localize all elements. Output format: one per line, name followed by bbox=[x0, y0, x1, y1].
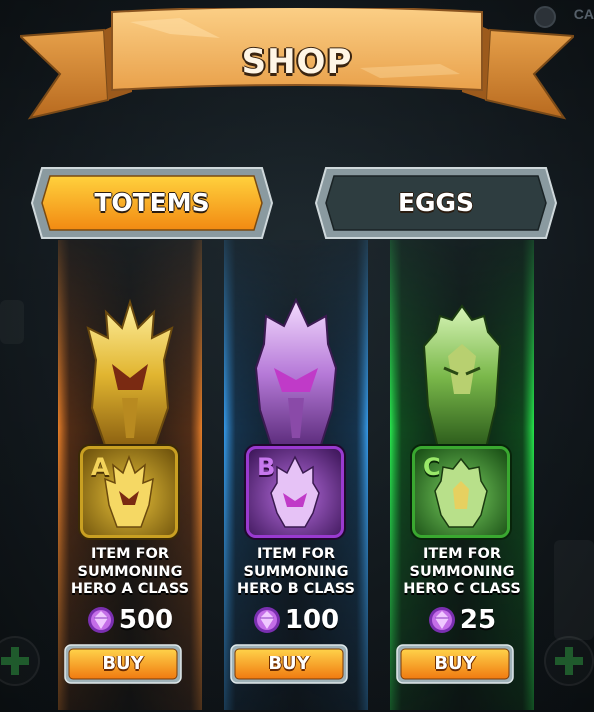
buy-button[interactable]: BUY bbox=[230, 644, 348, 684]
price-value: 25 bbox=[459, 605, 497, 635]
price-value: 500 bbox=[118, 605, 174, 635]
gem-icon bbox=[428, 607, 455, 633]
desc-line: ITEM FOR bbox=[90, 546, 170, 562]
buy-label: BUY bbox=[434, 653, 476, 674]
price-value: 100 bbox=[284, 605, 340, 635]
buy-button[interactable]: BUY bbox=[64, 644, 182, 684]
desc-line: SUMMONING bbox=[77, 563, 183, 580]
totem-icon bbox=[86, 298, 174, 449]
totem-icon bbox=[270, 455, 320, 528]
price: 100 bbox=[224, 605, 368, 635]
shop-banner: SHOP bbox=[20, 8, 574, 126]
shop-item-b: B ITEM FOR SUMMONING HERO B CLASS 100 BU… bbox=[224, 240, 368, 712]
left-side-panel bbox=[0, 300, 24, 344]
item-description: ITEM FOR SUMMONING HERO A CLASS bbox=[50, 546, 210, 599]
desc-line: SUMMONING bbox=[409, 563, 515, 580]
gem-icon bbox=[253, 607, 280, 633]
totem-icon bbox=[422, 304, 502, 449]
item-description: ITEM FOR SUMMONING HERO B CLASS bbox=[216, 546, 376, 599]
desc-line: HERO C CLASS bbox=[403, 581, 521, 597]
page-title: SHOP bbox=[241, 42, 353, 82]
buy-label: BUY bbox=[102, 653, 144, 674]
right-side-panel bbox=[554, 540, 594, 640]
gem-icon bbox=[87, 607, 114, 633]
shop-item-a: A ITEM FOR SUMMONING HERO A CLASS 500 BU… bbox=[58, 240, 202, 712]
buy-button[interactable]: BUY bbox=[396, 644, 514, 684]
tab-totems-label: TOTEMS bbox=[94, 188, 210, 217]
plus-icon[interactable] bbox=[544, 636, 594, 686]
desc-line: ITEM FOR bbox=[256, 546, 336, 562]
totem-icon bbox=[254, 298, 338, 449]
tab-eggs-label: EGGS bbox=[397, 188, 475, 217]
item-description: ITEM FOR SUMMONING HERO C CLASS bbox=[382, 546, 542, 599]
price: 25 bbox=[390, 605, 534, 635]
corner-label: CA bbox=[573, 6, 594, 22]
shop-item-c: C ITEM FOR SUMMONING HERO C CLASS 25 BUY bbox=[390, 240, 534, 712]
tab-eggs[interactable]: EGGS bbox=[314, 166, 558, 240]
buy-label: BUY bbox=[268, 653, 310, 674]
tab-totems[interactable]: TOTEMS bbox=[30, 166, 274, 240]
desc-line: SUMMONING bbox=[243, 563, 349, 580]
totem-icon bbox=[104, 454, 154, 528]
price: 500 bbox=[58, 605, 202, 635]
totem-icon bbox=[434, 457, 488, 528]
desc-line: ITEM FOR bbox=[422, 546, 502, 562]
class-badge: C bbox=[412, 446, 510, 538]
desc-line: HERO A CLASS bbox=[70, 581, 190, 597]
class-badge: A bbox=[80, 446, 178, 538]
class-badge: B bbox=[246, 446, 344, 538]
desc-line: HERO B CLASS bbox=[236, 581, 356, 597]
